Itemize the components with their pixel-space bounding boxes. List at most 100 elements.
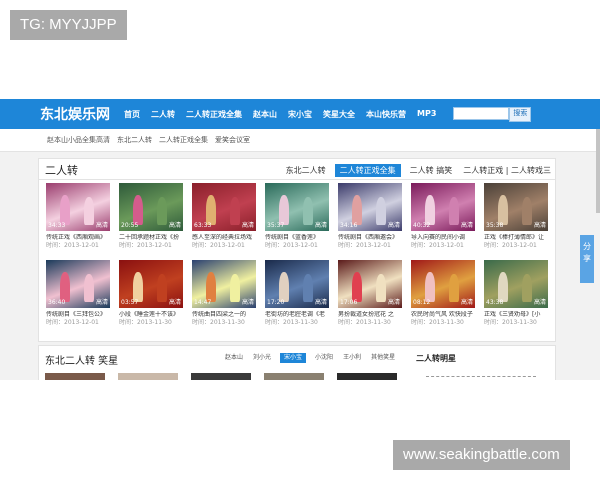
- video-thumbnail[interactable]: 34:33 高清: [46, 183, 110, 231]
- video-card[interactable]: 40:32 高清 导入向赛的民间小调 时间：2013-12-01: [411, 183, 475, 257]
- thumbnail-strip[interactable]: [191, 373, 251, 380]
- video-title[interactable]: 传统正戏《西厢观画》: [46, 234, 110, 242]
- video-thumbnail[interactable]: 14:47 高清: [192, 260, 256, 308]
- subnav-link[interactable]: 赵本山小品全集高清: [47, 135, 110, 145]
- search-box: 搜索: [453, 106, 532, 122]
- subnav-link[interactable]: 二人转正戏全集: [159, 135, 208, 145]
- hd-badge: 高清: [314, 299, 327, 306]
- video-title[interactable]: 农民时尚气风 欢快段子: [411, 311, 475, 319]
- thumbnail-strip[interactable]: [264, 373, 324, 380]
- share-label: 分享: [583, 242, 591, 263]
- errenzhuan-panel: 二人转 东北二人转 二人转正戏全集 二人转 搞笑 二人转正戏 | 二人转戏三 3…: [38, 158, 556, 342]
- scrollbar[interactable]: [596, 129, 600, 213]
- nav-item-benshan-camp[interactable]: 本山快乐营: [366, 109, 406, 120]
- video-card[interactable]: 63:33 高清 感人至深的经典拉场戏 时间：2013-12-01: [192, 183, 256, 257]
- video-thumbnail[interactable]: 43:38 高清: [484, 260, 548, 308]
- hd-badge: 高清: [95, 299, 108, 306]
- tab-full-plays[interactable]: 二人转正戏全集: [334, 164, 401, 177]
- video-thumbnail[interactable]: 63:33 高清: [192, 183, 256, 231]
- video-duration: 35:38: [486, 222, 504, 229]
- video-thumbnail[interactable]: 34:16 高清: [338, 183, 402, 231]
- tab-other-comedians[interactable]: 其他笑星: [370, 353, 396, 363]
- video-card[interactable]: 43:38 高清 正戏《三贤劝母》[小 时间：2013-11-30: [484, 260, 548, 334]
- video-title[interactable]: 小段《睡金莲十不该》: [119, 311, 183, 319]
- video-duration: 20:55: [121, 222, 139, 229]
- hd-badge: 高清: [533, 222, 546, 229]
- video-thumbnail[interactable]: 35:37 高清: [265, 183, 329, 231]
- video-title[interactable]: 传统剧目《三拜包公》: [46, 311, 110, 319]
- video-card[interactable]: 35:38 高清 正戏《棒打薄情郎》让 时间：2013-12-01: [484, 183, 548, 257]
- video-title[interactable]: 导入向赛的民间小调: [411, 234, 475, 242]
- video-card[interactable]: 08:12 高清 农民时尚气风 欢快段子 时间：2013-11-30: [411, 260, 475, 334]
- nav-item-mp3[interactable]: MP3: [417, 109, 436, 120]
- video-thumbnail[interactable]: 36:40 高清: [46, 260, 110, 308]
- video-duration: 35:37: [267, 222, 285, 229]
- video-thumbnail[interactable]: 20:55 高清: [119, 183, 183, 231]
- video-card[interactable]: 03:57 高清 小段《睡金莲十不该》 时间：2013-11-30: [119, 260, 183, 334]
- video-title[interactable]: 二十回承题材正戏《扮: [119, 234, 183, 242]
- video-card[interactable]: 35:37 高清 传统剧目《蓝香莲》 时间：2013-12-01: [265, 183, 329, 257]
- subnav-link[interactable]: 东北二人转: [117, 135, 152, 145]
- video-title[interactable]: 传统剧目《蓝香莲》: [265, 234, 329, 242]
- video-title[interactable]: 传统剧目《西厢邀会》: [338, 234, 402, 242]
- subnav-link[interactable]: 爱笑会议室: [215, 135, 250, 145]
- tab-liu-xiaoguang[interactable]: 刘小光: [252, 353, 272, 363]
- performer-figure: [279, 272, 289, 302]
- video-title[interactable]: 传统曲目四梁之一的: [192, 311, 256, 319]
- comedian-tabs: 赵本山 刘小光 宋小宝 小沈阳 王小利 其他笑星: [224, 353, 404, 363]
- video-thumbnail[interactable]: 17:20 高清: [265, 260, 329, 308]
- performer-figure: [230, 274, 240, 302]
- video-thumbnail[interactable]: 40:32 高清: [411, 183, 475, 231]
- thumbnail-strip[interactable]: [45, 373, 105, 380]
- video-title[interactable]: 老街坊的老腔老调《老: [265, 311, 329, 319]
- thumbnail-strip[interactable]: [118, 373, 178, 380]
- performer-figure: [157, 274, 167, 302]
- video-title[interactable]: 男扮裁道女扮冠花 之: [338, 311, 402, 319]
- video-thumbnail[interactable]: 35:38 高清: [484, 183, 548, 231]
- sub-nav: 赵本山小品全集高清 东北二人转 二人转正戏全集 爱笑会议室: [0, 129, 600, 152]
- video-card[interactable]: 17:06 高清 男扮裁道女扮冠花 之时间：2013-11-30: [338, 260, 402, 334]
- video-card[interactable]: 14:47 高清传统曲目四梁之一的 时间：2013-11-30: [192, 260, 256, 334]
- video-title[interactable]: 正戏《棒打薄情郎》让: [484, 234, 548, 242]
- video-card[interactable]: 17:20 高清 老街坊的老腔老调《老 时间：2013-11-30: [265, 260, 329, 334]
- video-thumbnail[interactable]: 03:57 高清: [119, 260, 183, 308]
- performer-figure: [84, 197, 94, 225]
- nav-item-home[interactable]: 首页: [124, 109, 140, 120]
- share-button[interactable]: 分享: [580, 235, 594, 283]
- video-card[interactable]: 20:55 高清 二十回承题材正戏《扮 时间：2013-12-01: [119, 183, 183, 257]
- tab-errenzhuan-funny[interactable]: 二人转 搞笑: [408, 164, 455, 177]
- section-title: 东北二人转 笑星: [45, 356, 119, 367]
- performer-figure: [425, 272, 435, 302]
- tab-plays-more[interactable]: 二人转正戏 | 二人转戏三: [461, 164, 553, 177]
- nav-item-errenzhuan[interactable]: 二人转: [151, 109, 175, 120]
- nav-item-song-xiaobao[interactable]: 宋小宝: [288, 109, 312, 120]
- video-thumbnail[interactable]: 17:06 高清: [338, 260, 402, 308]
- search-button[interactable]: 搜索: [509, 106, 532, 122]
- tab-wang-xiaoli[interactable]: 王小利: [342, 353, 362, 363]
- search-input[interactable]: [453, 106, 510, 120]
- video-card[interactable]: 34:33 高清 传统正戏《西厢观画》 时间：2013-12-01: [46, 183, 110, 257]
- performer-figure: [133, 272, 143, 302]
- video-card[interactable]: 34:16 高清 传统剧目《西厢邀会》 时间：2013-12-01: [338, 183, 402, 257]
- thumbnail-strip[interactable]: [337, 373, 397, 380]
- nav-item-comedians[interactable]: 笑星大全: [323, 109, 355, 120]
- tab-zhao-benshan[interactable]: 赵本山: [224, 353, 244, 363]
- video-duration: 36:40: [48, 299, 66, 306]
- video-thumbnail[interactable]: 08:12 高清: [411, 260, 475, 308]
- hd-badge: 高清: [241, 222, 254, 229]
- performer-figure: [84, 274, 94, 302]
- video-date: 时间：2013-11-30: [192, 319, 245, 326]
- nav-item-full-plays[interactable]: 二人转正戏全集: [186, 109, 242, 120]
- hd-badge: 高清: [314, 222, 327, 229]
- tab-song-xiaobao[interactable]: 宋小宝: [280, 353, 307, 363]
- tab-northeast-errenzhuan[interactable]: 东北二人转: [284, 164, 328, 177]
- nav-item-zhao-benshan[interactable]: 赵本山: [253, 109, 277, 120]
- video-title[interactable]: 正戏《三贤劝母》[小: [484, 311, 548, 319]
- site-logo[interactable]: 东北娱乐网: [40, 104, 110, 124]
- video-duration: 17:06: [340, 299, 358, 306]
- video-card[interactable]: 36:40 高清 传统剧目《三拜包公》 时间：2013-12-01: [46, 260, 110, 334]
- video-duration: 34:33: [48, 222, 66, 229]
- video-title[interactable]: 感人至深的经典拉场戏: [192, 234, 256, 242]
- performer-figure: [498, 195, 508, 225]
- tab-xiao-shenyang[interactable]: 小沈阳: [314, 353, 334, 363]
